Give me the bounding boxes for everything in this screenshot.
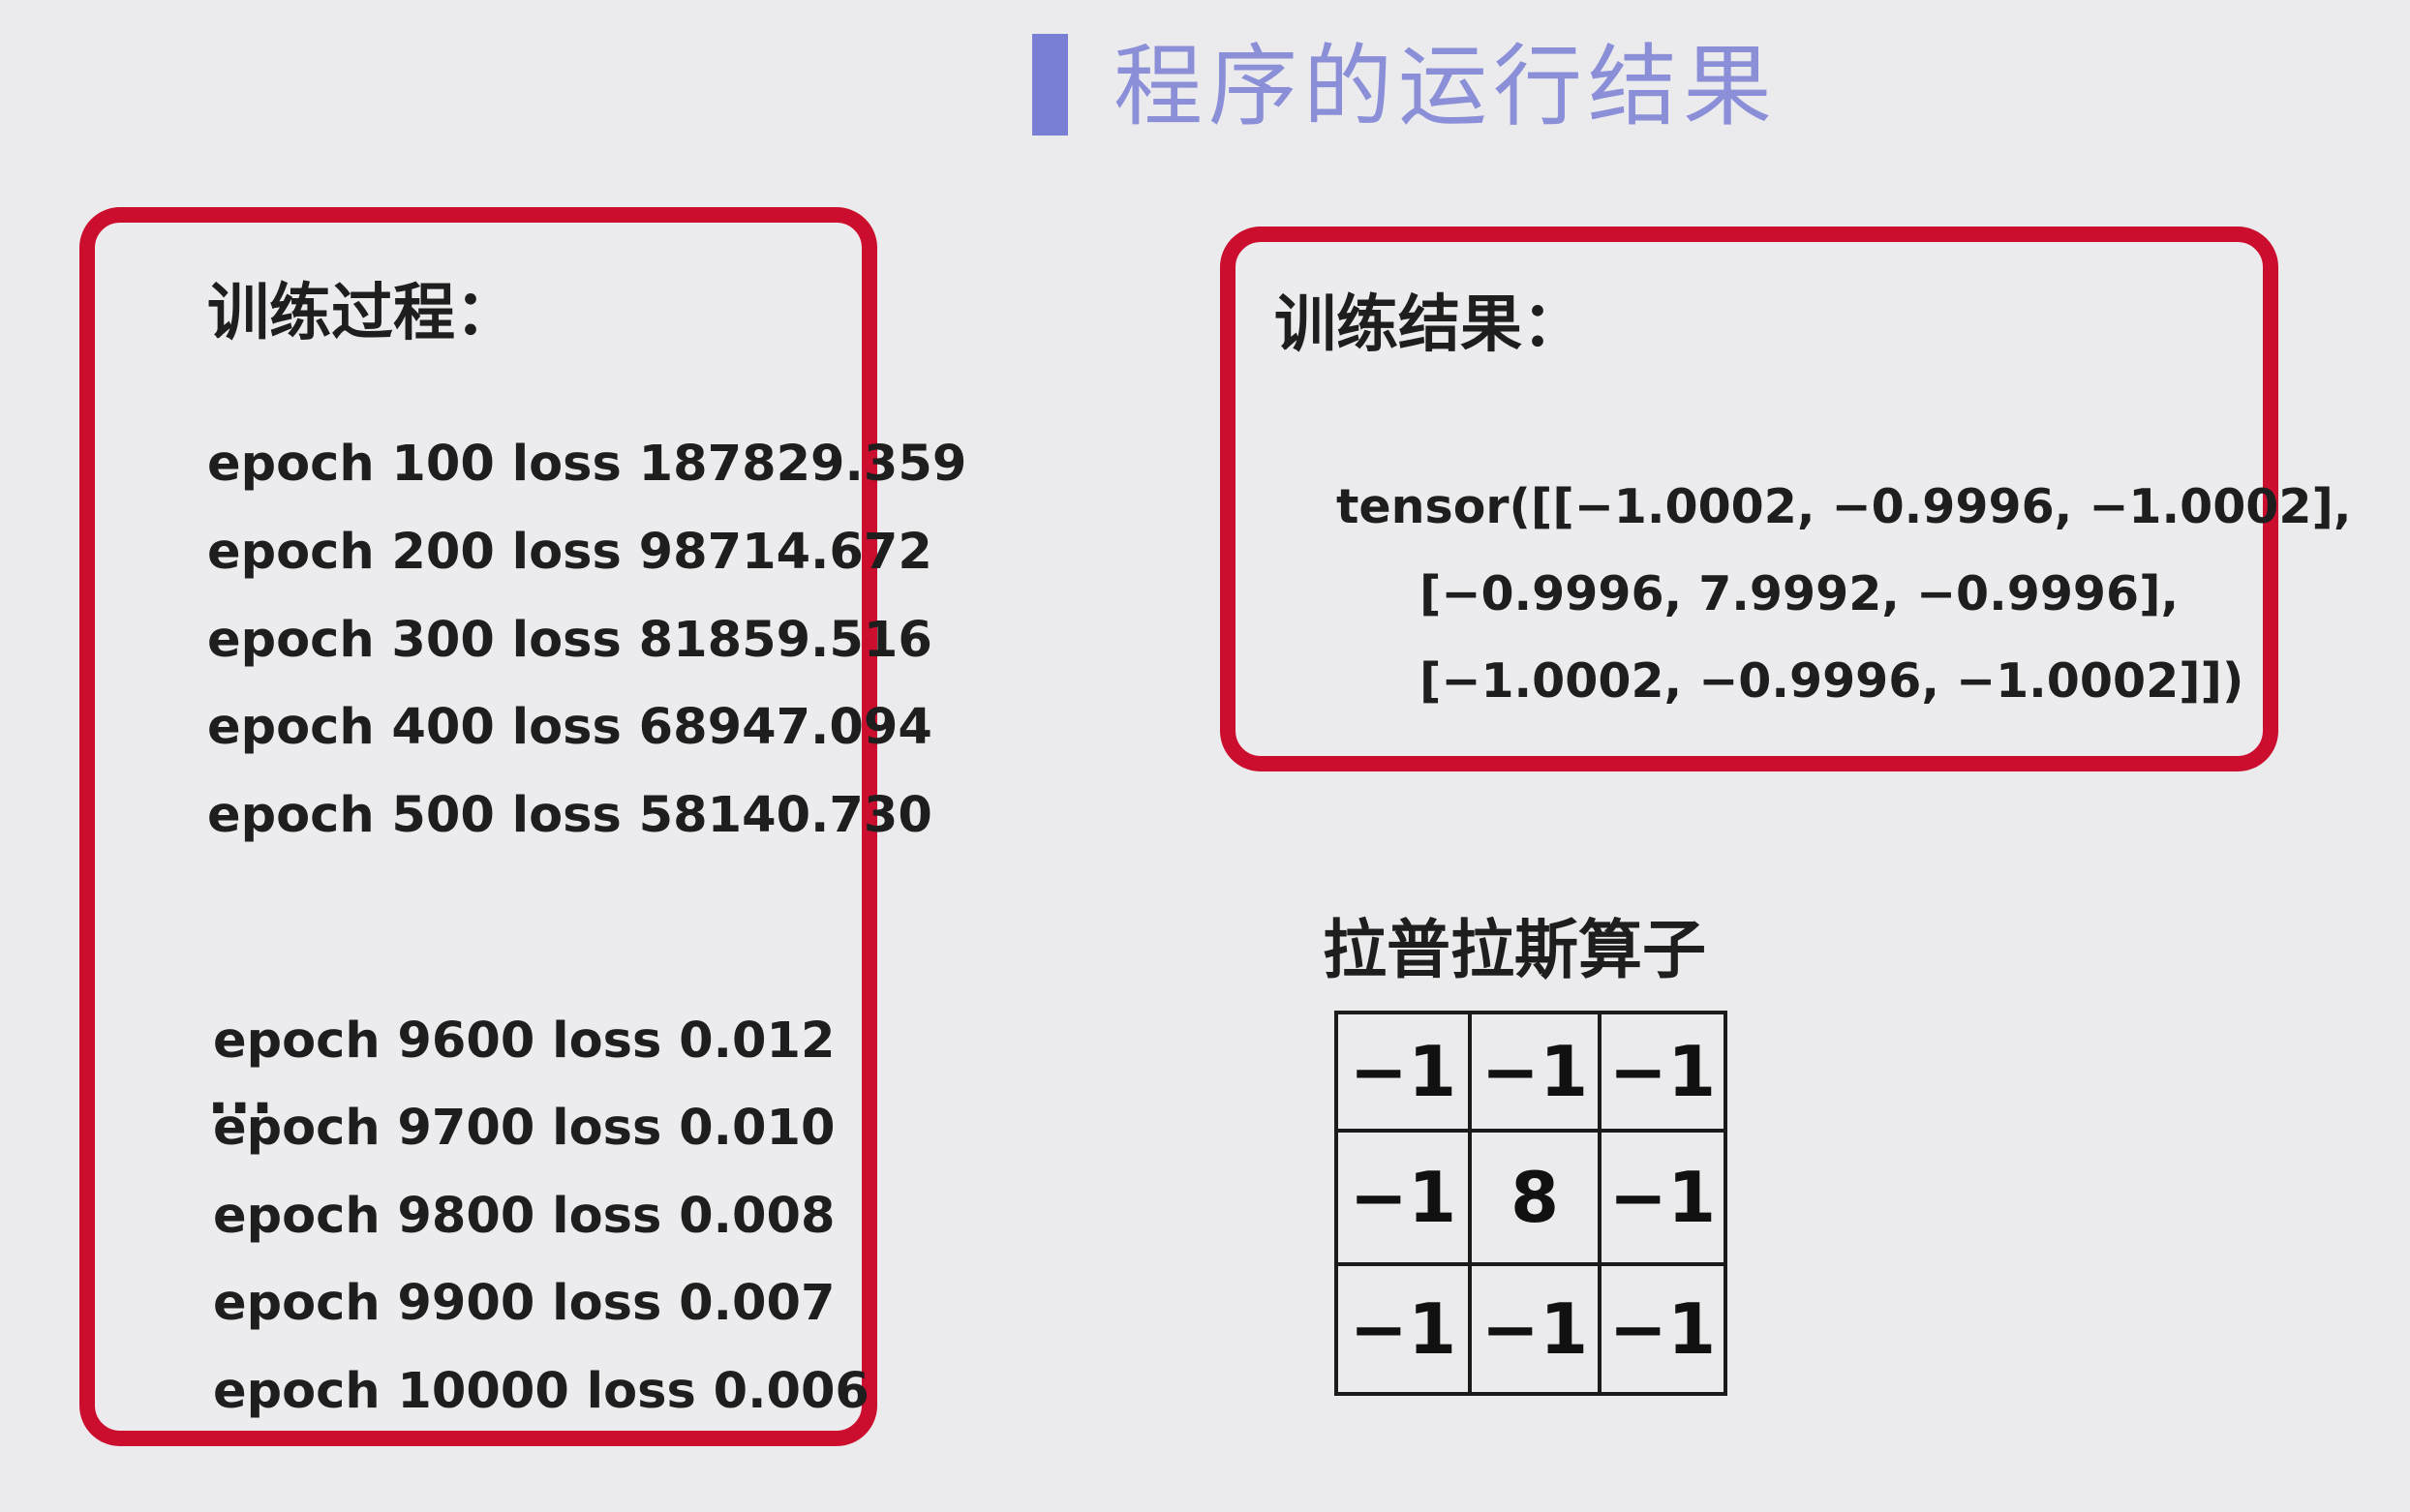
tensor-line: tensor([[−1.0002, −0.9996, −1.0002], — [1336, 479, 2352, 534]
log-line: epoch 9600 loss 0.012 — [213, 1013, 836, 1070]
training-result-panel: 训练结果： tensor([[−1.0002, −0.9996, −1.0002… — [1220, 227, 2352, 771]
training-process-panel: 训练过程： epoch 100 loss 187829.359 epoch 20… — [79, 207, 966, 1446]
training-log: epoch 100 loss 187829.359 epoch 200 loss… — [95, 223, 966, 1431]
matrix-cell: −1 — [1334, 1011, 1472, 1133]
matrix-cell: −1 — [1468, 1011, 1602, 1133]
matrix-cell: −1 — [1334, 1129, 1472, 1266]
tensor-line: [−0.9996, 7.9992, −0.9996], — [1419, 566, 2180, 621]
log-line: epoch 9800 loss 0.008 — [213, 1188, 836, 1245]
title-accent-bar — [1032, 34, 1068, 136]
log-line: epoch 500 loss 58140.730 — [207, 787, 932, 844]
training-result-heading: 训练结果： — [1274, 289, 1584, 361]
matrix-cell: −1 — [1598, 1011, 1727, 1133]
matrix-cell: −1 — [1598, 1129, 1727, 1266]
matrix-cell: −1 — [1468, 1262, 1602, 1396]
laplacian-matrix: −1 −1 −1 −1 8 −1 −1 −1 −1 — [1334, 1011, 1727, 1396]
log-line: epoch 10000 loss 0.006 — [213, 1363, 869, 1420]
log-line: epoch 9700 loss 0.010 — [213, 1100, 836, 1157]
laplacian-heading: 拉普拉斯算子 — [1323, 913, 1706, 987]
matrix-cell: −1 — [1598, 1262, 1727, 1396]
log-line: epoch 200 loss 98714.672 — [207, 524, 932, 581]
log-line: epoch 100 loss 187829.359 — [207, 436, 967, 493]
slide-title: 程序的运行结果 — [1113, 35, 1779, 138]
log-line: epoch 9900 loss 0.007 — [213, 1275, 836, 1332]
tensor-line: [−1.0002, −0.9996, −1.0002]]) — [1419, 653, 2244, 709]
log-line: epoch 300 loss 81859.516 — [207, 612, 932, 669]
log-line: epoch 400 loss 68947.094 — [207, 699, 932, 756]
matrix-cell: 8 — [1468, 1129, 1602, 1266]
matrix-cell: −1 — [1334, 1262, 1472, 1396]
